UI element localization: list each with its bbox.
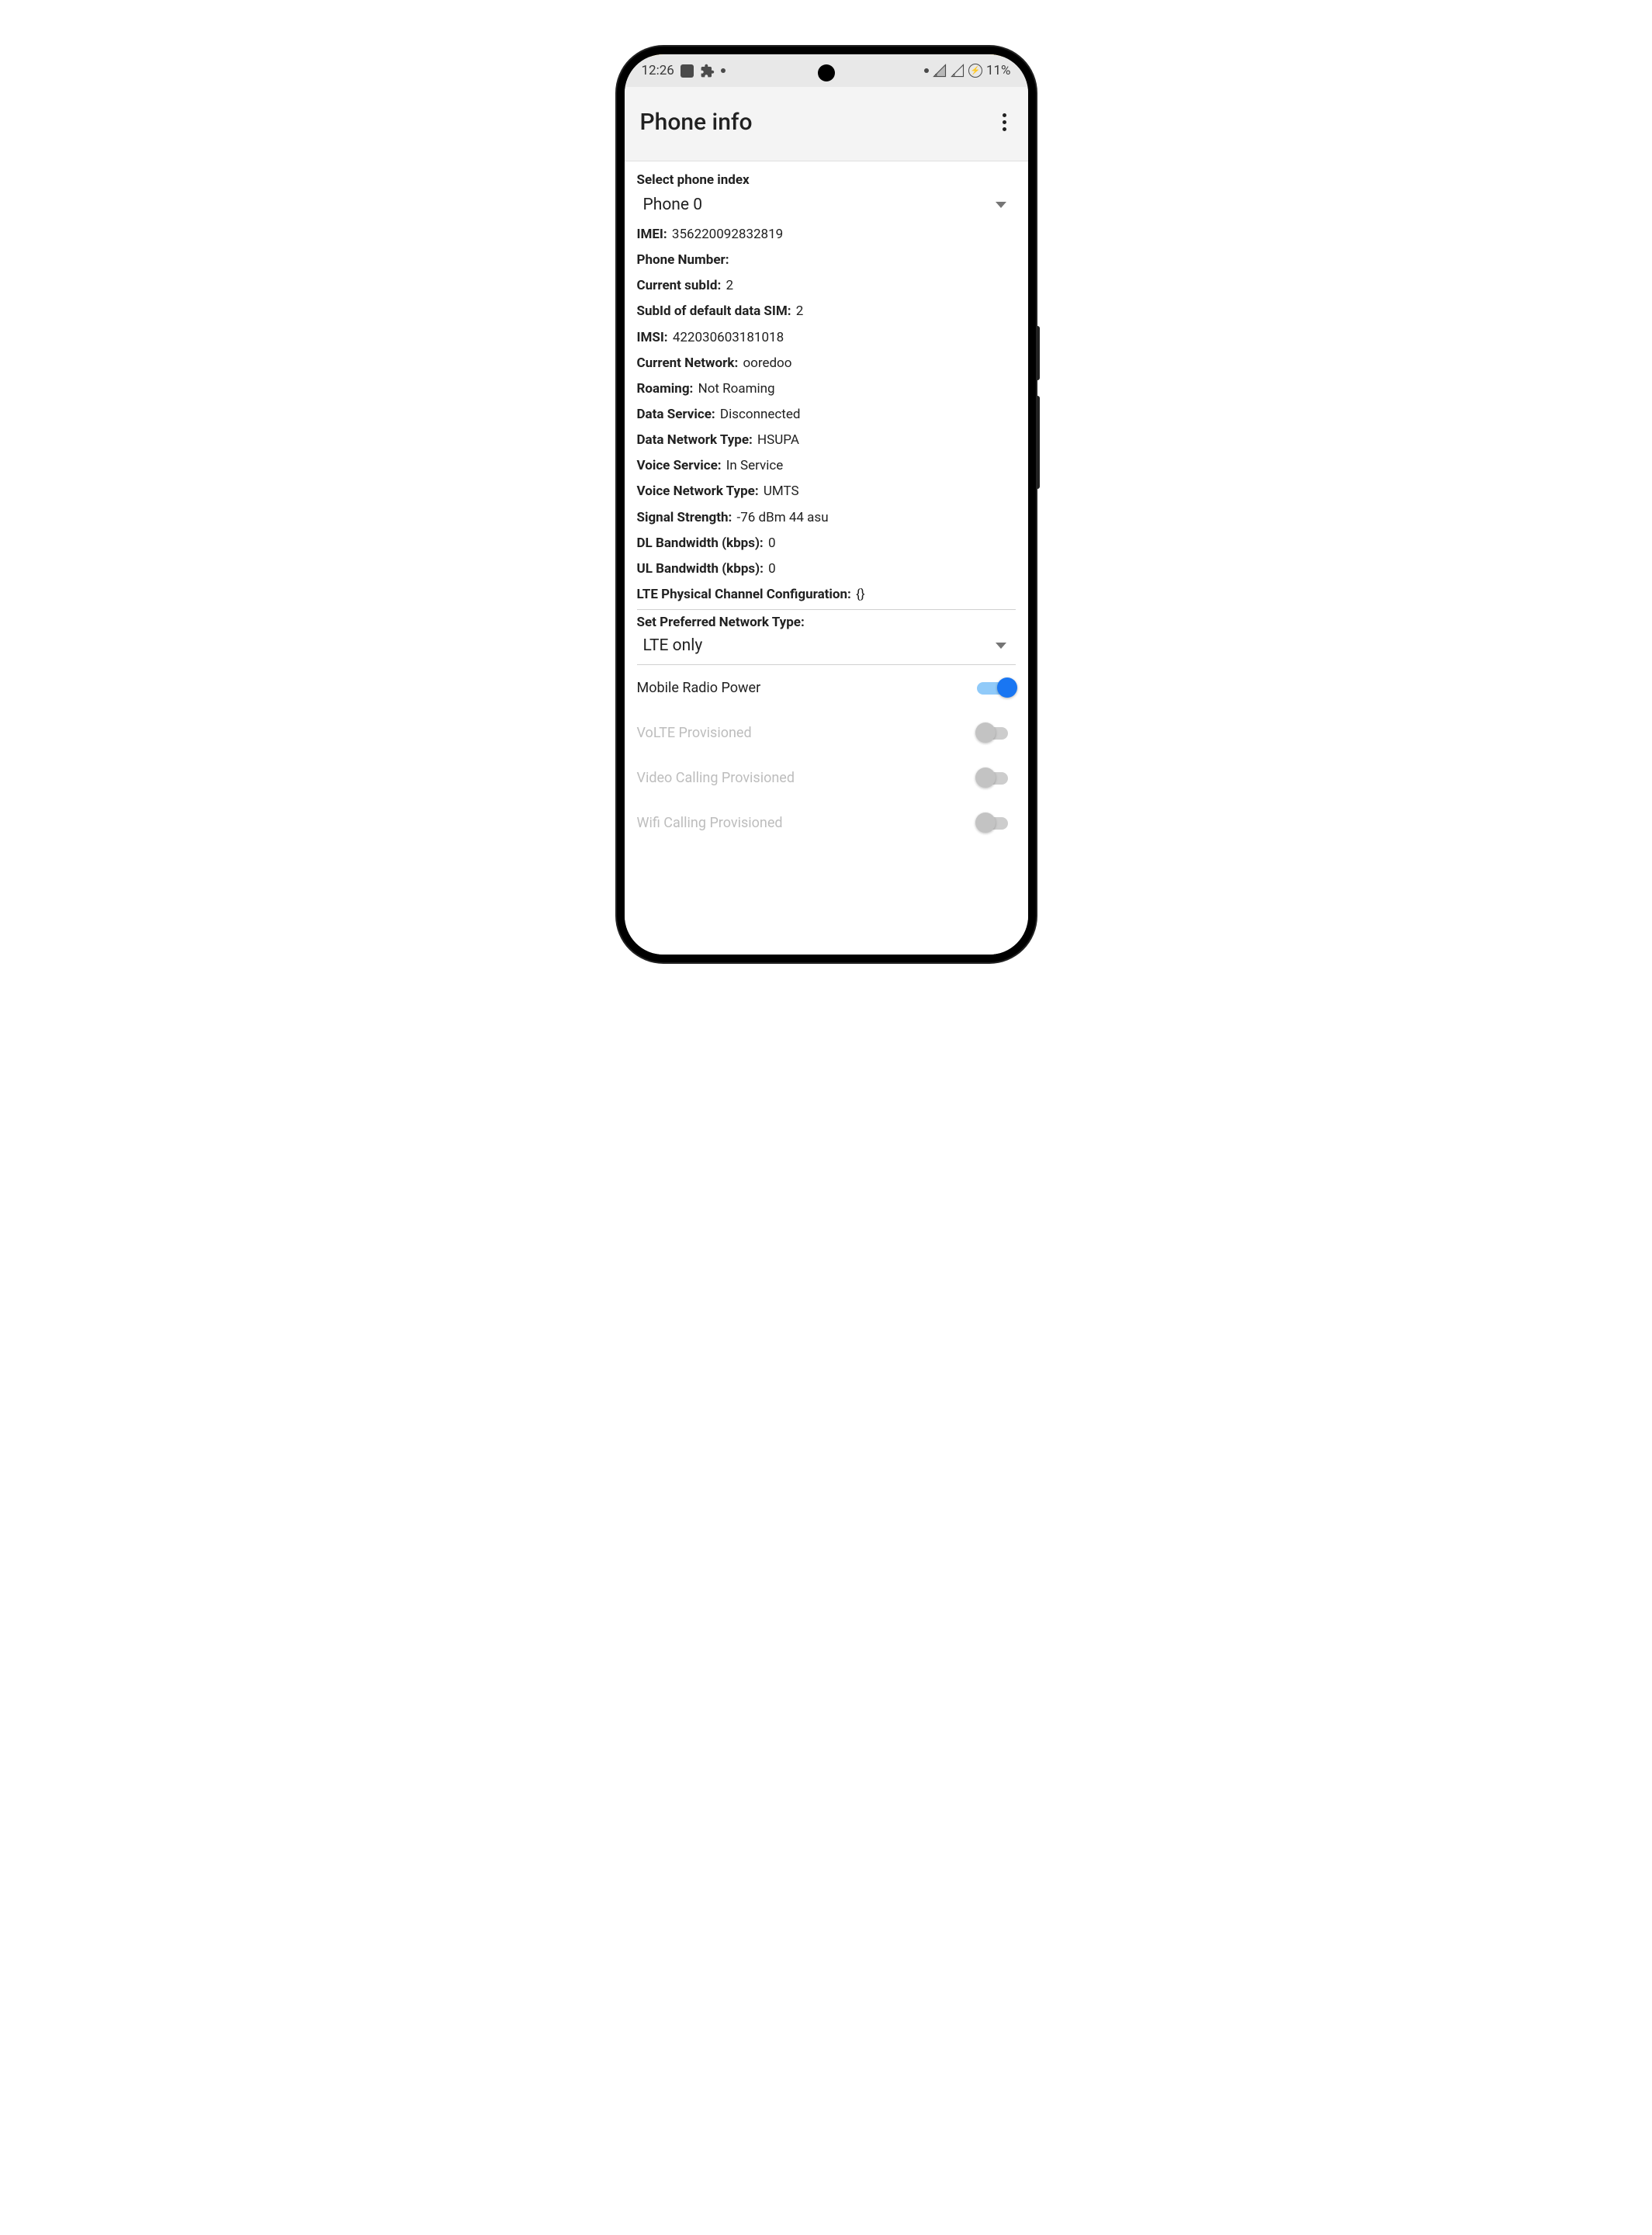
phone-index-selected: Phone 0 [643,196,703,214]
screen: 12:26 x x ⚡ 11% Phone info [625,54,1028,955]
signal-icon-sim2: x [951,64,965,78]
app-bar: Phone info [625,87,1028,161]
signal-strength-value: -76 dBm 44 asu [737,510,829,525]
current-subid-value: 2 [726,278,734,293]
imei-value: 356220092832819 [672,227,783,242]
lte-phy-row: LTE Physical Channel Configuration: {} [637,582,1016,608]
current-network-value: ooredoo [743,355,791,371]
data-service-value: Disconnected [720,407,801,422]
data-service-label: Data Service: [637,407,715,422]
side-button [1036,326,1040,380]
dropdown-caret-icon [996,643,1006,649]
volte-provisioned-switch [977,722,1014,743]
imsi-value: 422030603181018 [673,330,784,345]
phone-number-row: Phone Number: [637,248,1016,273]
side-button [1036,396,1040,489]
more-notifications-dot [721,68,726,73]
signal-strength-row: Signal Strength: -76 dBm 44 asu [637,505,1016,531]
imei-row: IMEI: 356220092832819 [637,222,1016,248]
phone-number-label: Phone Number: [637,252,729,268]
more-notifications-dot [924,68,929,73]
camera-notch [818,64,835,81]
current-subid-row: Current subId: 2 [637,273,1016,299]
phone-frame: 12:26 x x ⚡ 11% Phone info [617,47,1036,962]
dl-bandwidth-label: DL Bandwidth (kbps): [637,535,764,551]
signal-icon-sim1: x [933,64,947,78]
content: Select phone index Phone 0 IMEI: 3562200… [625,161,1028,955]
page-title: Phone info [640,109,753,136]
wifi-calling-provisioned-row: Wifi Calling Provisioned [625,800,1028,845]
default-data-subid-value: 2 [796,303,804,319]
roaming-value: Not Roaming [698,381,775,397]
current-network-row: Current Network: ooredoo [637,351,1016,376]
extension-icon [700,64,715,78]
default-data-subid-row: SubId of default data SIM: 2 [637,299,1016,324]
battery-charging-icon: ⚡ [968,64,982,78]
ul-bandwidth-value: 0 [768,561,776,577]
current-subid-label: Current subId: [637,278,722,293]
preferred-network-label: Set Preferred Network Type: [625,610,1028,632]
dl-bandwidth-row: DL Bandwidth (kbps): 0 [637,531,1016,556]
imei-label: IMEI: [637,227,667,242]
roaming-label: Roaming: [637,381,694,397]
default-data-subid-label: SubId of default data SIM: [637,303,791,319]
current-network-label: Current Network: [637,355,739,371]
data-network-type-label: Data Network Type: [637,432,753,448]
overflow-menu-button[interactable] [996,107,1013,137]
video-calling-provisioned-label: Video Calling Provisioned [637,770,795,786]
app-notification-icon [681,64,694,78]
volte-provisioned-row: VoLTE Provisioned [625,710,1028,755]
ul-bandwidth-row: UL Bandwidth (kbps): 0 [637,556,1016,582]
voice-network-type-value: UMTS [764,483,799,499]
wifi-calling-provisioned-switch [977,813,1014,833]
mobile-radio-power-switch[interactable] [977,677,1014,698]
status-time: 12:26 [642,63,674,78]
mobile-radio-power-label: Mobile Radio Power [637,680,761,696]
data-network-type-row: Data Network Type: HSUPA [637,428,1016,453]
ul-bandwidth-label: UL Bandwidth (kbps): [637,561,764,577]
voice-service-label: Voice Service: [637,458,722,473]
voice-network-type-label: Voice Network Type: [637,483,759,499]
phone-index-spinner[interactable]: Phone 0 [625,192,1028,222]
imsi-label: IMSI: [637,330,668,345]
wifi-calling-provisioned-label: Wifi Calling Provisioned [637,815,783,831]
video-calling-provisioned-switch [977,768,1014,788]
preferred-network-spinner[interactable]: LTE only [625,632,1028,663]
mobile-radio-power-row: Mobile Radio Power [625,665,1028,710]
volte-provisioned-label: VoLTE Provisioned [637,725,752,741]
video-calling-provisioned-row: Video Calling Provisioned [625,755,1028,800]
lte-phy-label: LTE Physical Channel Configuration: [637,587,851,602]
signal-strength-label: Signal Strength: [637,510,732,525]
battery-percent: 11% [986,63,1011,78]
lte-phy-value: {} [856,587,865,602]
dl-bandwidth-value: 0 [768,535,776,551]
phone-index-label: Select phone index [625,161,1028,192]
info-list: IMEI: 356220092832819 Phone Number: Curr… [625,222,1028,608]
voice-service-row: Voice Service: In Service [637,453,1016,479]
roaming-row: Roaming: Not Roaming [637,376,1016,402]
data-service-row: Data Service: Disconnected [637,402,1016,428]
data-network-type-value: HSUPA [757,432,799,448]
voice-network-type-row: Voice Network Type: UMTS [637,479,1016,504]
imsi-row: IMSI: 422030603181018 [637,325,1016,351]
dropdown-caret-icon [996,202,1006,208]
voice-service-value: In Service [726,458,784,473]
preferred-network-selected: LTE only [643,636,703,655]
